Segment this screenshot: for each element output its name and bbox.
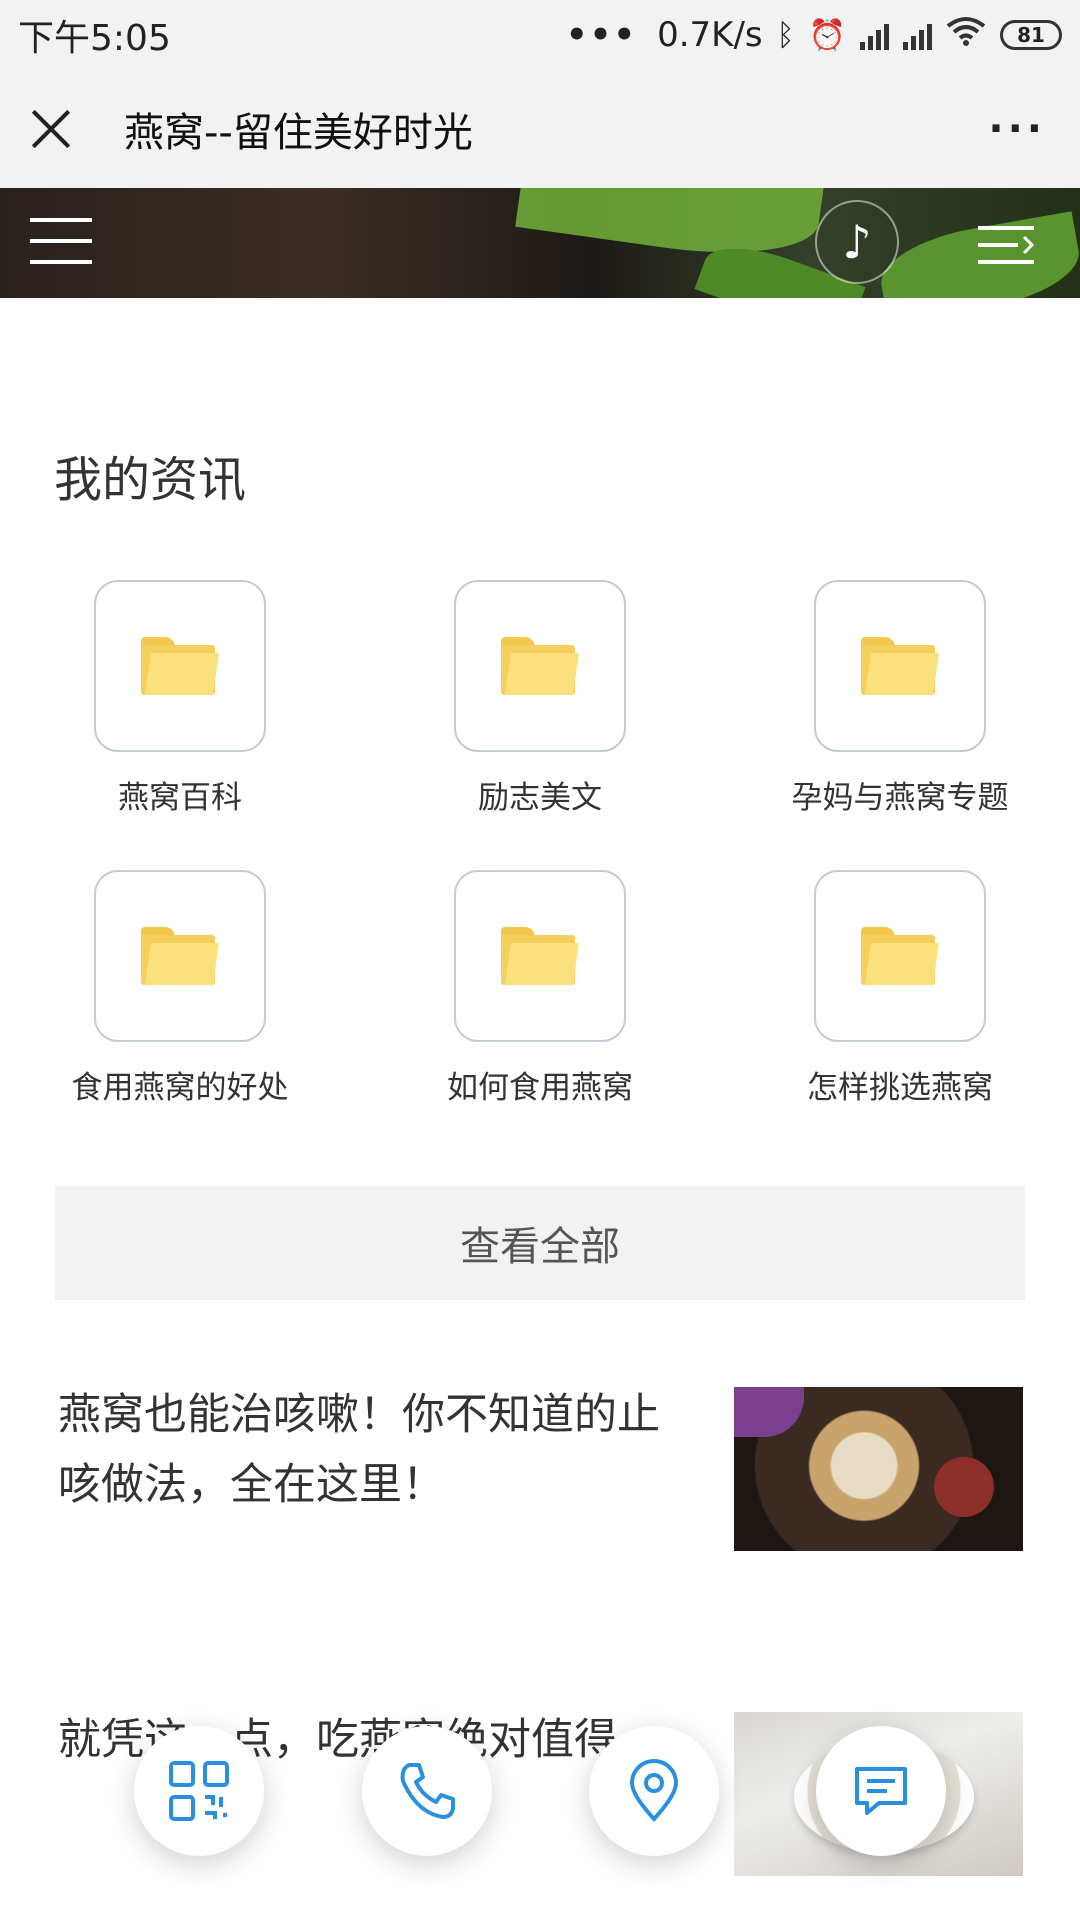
- category-icon-box[interactable]: [94, 870, 266, 1042]
- category-label: 食用燕窝的好处: [71, 1070, 289, 1106]
- category-label: 如何食用燕窝: [447, 1070, 633, 1106]
- chat-icon: [855, 1767, 907, 1815]
- folder-icon: [501, 637, 579, 695]
- message-button[interactable]: [816, 1726, 946, 1856]
- title-bar: 燕窝--留住美好时光 ···: [0, 70, 1080, 188]
- category-item[interactable]: 燕窝百科: [0, 580, 360, 817]
- category-label: 孕妈与燕窝专题: [791, 780, 1009, 816]
- menu-icon[interactable]: [30, 218, 92, 264]
- category-item[interactable]: 孕妈与燕窝专题: [720, 580, 1080, 817]
- category-icon-box[interactable]: [814, 870, 986, 1042]
- category-item[interactable]: 怎样挑选燕窝: [720, 870, 1080, 1107]
- location-pin-icon: [629, 1759, 679, 1822]
- header-banner: ♪: [0, 188, 1080, 298]
- category-icon-box[interactable]: [814, 580, 986, 752]
- status-icons: ••• 0.7K/s ᛒ ⏰ 81: [566, 15, 1062, 55]
- status-time: 下午5:05: [18, 18, 171, 59]
- more-options-button[interactable]: ···: [988, 106, 1046, 152]
- qrcode-button[interactable]: [134, 1726, 264, 1856]
- page-title: 燕窝--留住美好时光: [124, 110, 473, 156]
- phone-icon: [400, 1763, 455, 1819]
- category-label: 怎样挑选燕窝: [807, 1070, 993, 1106]
- article-title[interactable]: 燕窝也能治咳嗽！你不知道的止咳做法，全在这里！: [58, 1380, 698, 1520]
- folder-icon: [861, 927, 939, 985]
- phone-button[interactable]: [362, 1726, 492, 1856]
- music-toggle-button[interactable]: ♪: [815, 200, 899, 284]
- folder-icon: [141, 927, 219, 985]
- category-item[interactable]: 励志美文: [360, 580, 720, 817]
- category-icon-box[interactable]: [454, 870, 626, 1042]
- category-icon-box[interactable]: [94, 580, 266, 752]
- category-item[interactable]: 食用燕窝的好处: [0, 870, 360, 1107]
- network-speed: 0.7K/s: [657, 15, 763, 55]
- status-bar: 下午5:05 ••• 0.7K/s ᛒ ⏰ 81: [0, 0, 1080, 70]
- more-dots-icon: •••: [565, 15, 638, 55]
- signal-icon: [903, 20, 932, 50]
- close-button[interactable]: [28, 106, 74, 152]
- alarm-icon: ⏰: [808, 17, 846, 53]
- folder-icon: [861, 637, 939, 695]
- folder-icon: [141, 637, 219, 695]
- location-button[interactable]: [589, 1726, 719, 1856]
- view-all-button[interactable]: 查看全部: [55, 1186, 1025, 1300]
- category-label: 燕窝百科: [118, 780, 242, 816]
- category-label: 励志美文: [478, 780, 602, 816]
- category-item[interactable]: 如何食用燕窝: [360, 870, 720, 1107]
- battery-icon: 81: [1000, 20, 1062, 50]
- wifi-icon: [946, 15, 986, 55]
- list-menu-icon[interactable]: [978, 226, 1035, 264]
- music-note-icon: ♪: [842, 215, 872, 269]
- bluetooth-icon: ᛒ: [776, 17, 795, 53]
- article-thumbnail[interactable]: [734, 1387, 1023, 1551]
- category-icon-box[interactable]: [454, 580, 626, 752]
- section-title: 我的资讯: [54, 452, 247, 508]
- qrcode-icon: [169, 1761, 229, 1821]
- hd-signal-icon: [860, 20, 889, 50]
- folder-icon: [501, 927, 579, 985]
